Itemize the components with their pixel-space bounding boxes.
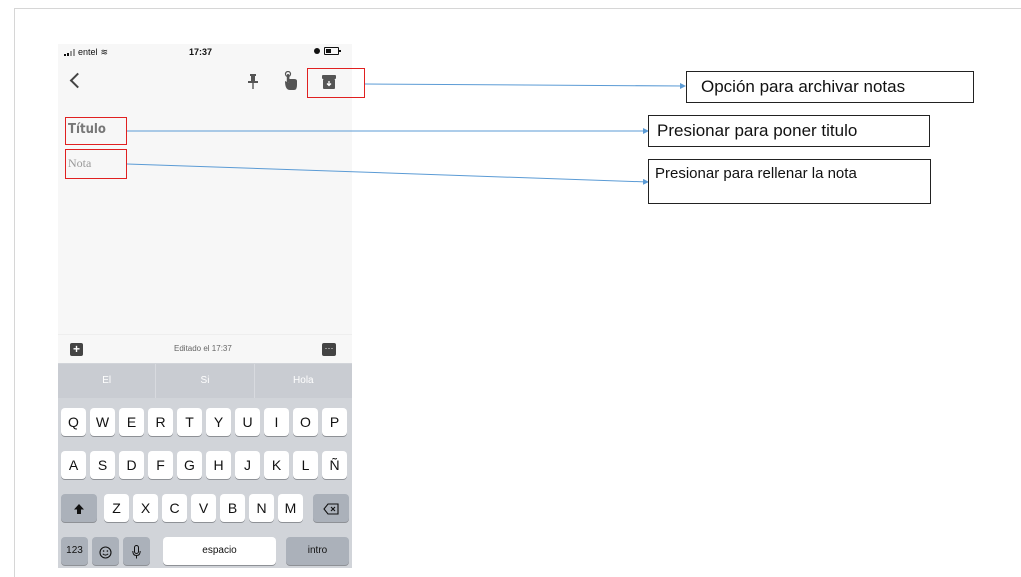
back-icon[interactable] [69, 72, 86, 89]
touch-icon[interactable] [282, 71, 298, 91]
delete-key[interactable] [313, 494, 349, 522]
key[interactable]: K [264, 451, 289, 479]
emoji-key[interactable] [92, 537, 119, 565]
carrier-area: entel ≋ [64, 47, 108, 57]
return-key[interactable]: intro [286, 537, 349, 565]
note-callout-text: Presionar para rellenar la nota [655, 165, 857, 182]
more-options-icon[interactable]: ··· [322, 343, 336, 356]
add-icon[interactable]: + [70, 343, 83, 356]
key-row-4: 123 espacio intro [58, 537, 352, 565]
key-row-1: Q W E R T Y U I O P [58, 408, 352, 436]
edited-timestamp: Editado el 17:37 [174, 344, 232, 353]
dictation-key[interactable] [123, 537, 150, 565]
signal-icon [64, 48, 75, 56]
status-bar: entel ≋ 17:37 [58, 44, 352, 62]
title-callout-text: Presionar para poner titulo [657, 121, 858, 140]
archive-callout: Opción para archivar notas [686, 71, 974, 103]
carrier-name: entel [78, 47, 98, 57]
battery-icon [324, 47, 341, 55]
key[interactable]: G [177, 451, 202, 479]
key[interactable]: V [191, 494, 216, 522]
space-key[interactable]: espacio [163, 537, 276, 565]
key[interactable]: R [148, 408, 173, 436]
pin-icon[interactable] [248, 74, 258, 90]
key[interactable]: P [322, 408, 347, 436]
shift-key[interactable] [61, 494, 97, 522]
key[interactable]: T [177, 408, 202, 436]
archive-callout-text: Opción para archivar notas [701, 77, 906, 96]
suggestion-bar: El Si Hola [58, 364, 352, 398]
title-highlight-box [65, 117, 127, 145]
note-callout: Presionar para rellenar la nota [648, 159, 931, 204]
delete-icon [323, 503, 339, 515]
key[interactable]: B [220, 494, 245, 522]
key[interactable]: J [235, 451, 260, 479]
microphone-icon [132, 545, 141, 559]
wifi-icon: ≋ [100, 46, 109, 57]
note-highlight-box [65, 149, 127, 179]
key[interactable]: O [293, 408, 318, 436]
key[interactable]: Q [61, 408, 86, 436]
key-row-2: A S D F G H J K L Ñ [58, 451, 352, 479]
key[interactable]: Ñ [322, 451, 347, 479]
key[interactable]: S [90, 451, 115, 479]
key[interactable]: A [61, 451, 86, 479]
key[interactable]: U [235, 408, 260, 436]
numbers-key[interactable]: 123 [61, 537, 88, 565]
status-right [314, 47, 341, 55]
keyboard: El Si Hola Q W E R T Y U I O P A S D F G… [58, 363, 352, 568]
key[interactable]: I [264, 408, 289, 436]
status-time: 17:37 [189, 47, 213, 57]
shift-icon [74, 504, 84, 515]
archive-highlight-box [307, 68, 365, 98]
key[interactable]: C [162, 494, 187, 522]
key[interactable]: W [90, 408, 115, 436]
key[interactable]: L [293, 451, 318, 479]
key[interactable]: F [148, 451, 173, 479]
note-bottom-bar: + Editado el 17:37 ··· [58, 334, 352, 363]
key[interactable]: E [119, 408, 144, 436]
key[interactable]: H [206, 451, 231, 479]
suggestion-item[interactable]: Hola [255, 364, 352, 398]
alarm-icon [314, 48, 320, 54]
suggestion-item[interactable]: Si [156, 364, 255, 398]
key[interactable]: N [249, 494, 274, 522]
key[interactable]: M [278, 494, 303, 522]
key[interactable]: D [119, 451, 144, 479]
title-callout: Presionar para poner titulo [648, 115, 930, 147]
key[interactable]: Y [206, 408, 231, 436]
key[interactable]: Z [104, 494, 129, 522]
suggestion-item[interactable]: El [58, 364, 157, 398]
key[interactable]: X [133, 494, 158, 522]
emoji-icon [99, 546, 112, 559]
key-row-3: Z X C V B N M [58, 494, 352, 522]
